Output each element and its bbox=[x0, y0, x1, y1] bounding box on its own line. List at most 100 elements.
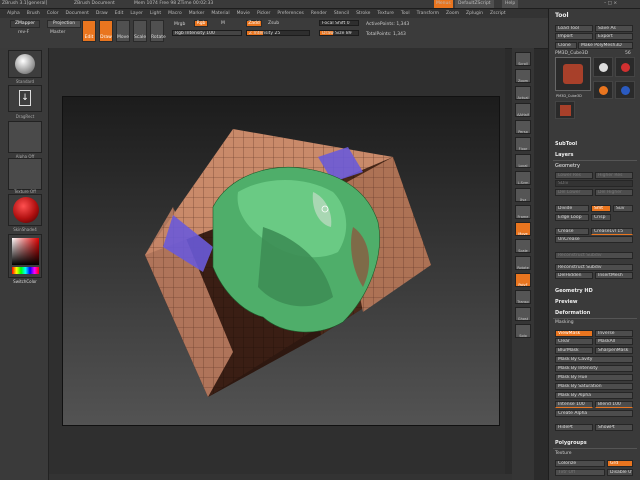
menu-brush[interactable]: Brush bbox=[27, 9, 40, 18]
del-higher-button[interactable]: Del Higher bbox=[595, 189, 633, 196]
mask-by-cavity-button[interactable]: Mask By Cavity bbox=[555, 356, 633, 363]
mrgb-button[interactable]: Mrgb bbox=[174, 22, 185, 27]
menu-alpha[interactable]: Alpha bbox=[7, 9, 20, 18]
view-xyz-button[interactable]: Xyz bbox=[515, 188, 531, 202]
menu-movie[interactable]: Movie bbox=[237, 9, 250, 18]
move-button[interactable]: Move bbox=[116, 20, 130, 42]
cube-model[interactable] bbox=[63, 97, 499, 425]
menu-layer[interactable]: Layer bbox=[130, 9, 143, 18]
hue-strip[interactable] bbox=[12, 267, 39, 274]
show-pt-button[interactable]: ShowPt bbox=[595, 424, 633, 431]
disable-uv-button[interactable]: Disable UV bbox=[607, 469, 633, 476]
color-picker[interactable] bbox=[8, 234, 42, 278]
inverse-button[interactable]: Inverse bbox=[595, 330, 633, 337]
reconstruct-subdiv-2-button[interactable]: Reconstruct Subdiv bbox=[555, 264, 633, 271]
draw-size-slider[interactable]: Draw Size 89 bbox=[319, 30, 359, 36]
projection-master-button[interactable]: Projection bbox=[47, 20, 81, 28]
del-hidden-button[interactable]: DelHidden bbox=[555, 272, 593, 279]
menu-zoom[interactable]: Zoom bbox=[446, 9, 459, 18]
zsub-button[interactable]: Zsub bbox=[268, 21, 279, 26]
crease-level-slider[interactable]: CreaseLvl 15 bbox=[591, 228, 633, 235]
menu-material[interactable]: Material bbox=[211, 9, 229, 18]
m-button[interactable]: M bbox=[221, 21, 225, 26]
create-alpha-button[interactable]: Create Alpha bbox=[555, 410, 633, 417]
tool-thumb-zsphere[interactable] bbox=[615, 57, 635, 77]
z-intensity-slider[interactable]: Z Intensity 25 bbox=[246, 30, 310, 36]
menu-zplugin[interactable]: Zplugin bbox=[466, 9, 483, 18]
view-aahalf-button[interactable]: AAHalf bbox=[515, 103, 531, 117]
default-zscript-button[interactable]: DefaultZScript bbox=[455, 0, 494, 8]
edit-button[interactable]: Edit bbox=[82, 20, 96, 42]
menu-macro[interactable]: Macro bbox=[168, 9, 182, 18]
export-button[interactable]: Export bbox=[595, 33, 633, 40]
menu-render[interactable]: Render bbox=[311, 9, 327, 18]
view-scroll-button[interactable]: Scroll bbox=[515, 52, 531, 66]
reconstruct-subdiv-button[interactable]: Reconstruct Subdiv bbox=[555, 252, 633, 259]
menu-light[interactable]: Light bbox=[150, 9, 161, 18]
view-frame-button[interactable]: Frame bbox=[515, 205, 531, 219]
menu-picker[interactable]: Picker bbox=[257, 9, 270, 18]
mask-blend-slider[interactable]: Blend 100 bbox=[595, 401, 633, 408]
subtool-section[interactable]: SubTool bbox=[555, 141, 577, 147]
view-solo-button[interactable]: Solo bbox=[515, 324, 531, 338]
texture-thumbnail[interactable] bbox=[8, 158, 42, 190]
switch-color-button[interactable]: SwitchColor bbox=[6, 279, 44, 284]
view-l-sym-button[interactable]: L.Sym bbox=[515, 171, 531, 185]
masking-section[interactable]: Masking bbox=[555, 320, 574, 325]
view-rotate-button[interactable]: Rotate bbox=[515, 256, 531, 270]
view-actual-button[interactable]: Actual bbox=[515, 86, 531, 100]
menu-stroke[interactable]: Stroke bbox=[356, 9, 370, 18]
alpha-thumbnail[interactable] bbox=[8, 121, 42, 153]
crease-button[interactable]: Crease bbox=[555, 228, 589, 235]
tool-thumb-cube2[interactable] bbox=[555, 101, 575, 119]
rgb-button[interactable]: Rgb bbox=[194, 20, 208, 27]
uncrease-button[interactable]: UnCrease bbox=[555, 236, 633, 243]
scale-button[interactable]: Scale bbox=[133, 20, 147, 42]
deformation-section[interactable]: Deformation bbox=[555, 310, 590, 316]
geometry-hd-section[interactable]: Geometry HD bbox=[555, 288, 593, 294]
zmapper-button[interactable]: ZMapper bbox=[10, 20, 40, 28]
view-ghost-button[interactable]: Ghost bbox=[515, 307, 531, 321]
view-zoom-button[interactable]: Zoom bbox=[515, 69, 531, 83]
preview-section[interactable]: Preview bbox=[555, 299, 578, 305]
txtr-off-button[interactable]: Txtr Off bbox=[555, 469, 605, 476]
texture-section[interactable]: Texture bbox=[555, 451, 571, 456]
divide-button[interactable]: Divide bbox=[555, 205, 589, 212]
menu-tool[interactable]: Tool bbox=[401, 9, 410, 18]
view-local-button[interactable]: Local bbox=[515, 154, 531, 168]
grd-toggle[interactable]: Grd bbox=[607, 460, 633, 467]
hide-pt-button[interactable]: HidePt bbox=[555, 424, 593, 431]
window-controls[interactable]: – □ × bbox=[604, 1, 617, 6]
import-button[interactable]: Import bbox=[555, 33, 593, 40]
rgb-intensity-slider[interactable]: Rgb Intensity 100 bbox=[172, 30, 242, 36]
colorize-button[interactable]: Colorize bbox=[555, 460, 605, 467]
tool-thumb-eraser[interactable] bbox=[615, 81, 635, 99]
clear-mask-button[interactable]: Clear bbox=[555, 338, 593, 345]
mask-all-button[interactable]: MaskAll bbox=[595, 338, 633, 345]
edge-loop-button[interactable]: Edge Loop bbox=[555, 214, 589, 221]
draw-button[interactable]: Draw bbox=[99, 20, 113, 42]
view-scale-button[interactable]: Scale bbox=[515, 239, 531, 253]
brush-thumbnail[interactable] bbox=[8, 50, 42, 78]
view-floor-button[interactable]: Floor bbox=[515, 137, 531, 151]
stroke-thumbnail[interactable]: ↓ bbox=[8, 85, 42, 112]
menu-marker[interactable]: Marker bbox=[189, 9, 205, 18]
make-polymesh-button[interactable]: Make PolyMesh3D bbox=[578, 42, 633, 49]
color-gradient-square[interactable] bbox=[12, 238, 39, 265]
menu-stencil[interactable]: Stencil bbox=[334, 9, 349, 18]
view-persp-button[interactable]: Persp bbox=[515, 120, 531, 134]
mask-by-intensity-button[interactable]: Mask By Intensity bbox=[555, 365, 633, 372]
menus-button[interactable]: Menus bbox=[434, 0, 453, 8]
menu-edit[interactable]: Edit bbox=[115, 9, 124, 18]
menu-document[interactable]: Document bbox=[66, 9, 89, 18]
view-mask-toggle[interactable]: ViewMask bbox=[555, 330, 593, 337]
mask-intensity-slider[interactable]: Intense 100 bbox=[555, 401, 593, 408]
material-thumbnail[interactable] bbox=[8, 194, 42, 226]
rotate-button[interactable]: Rotate bbox=[150, 20, 166, 42]
focal-shift-slider[interactable]: Focal Shift 0 bbox=[319, 20, 359, 26]
help-button[interactable]: Help bbox=[502, 0, 519, 8]
menu-zscript[interactable]: Zscript bbox=[490, 9, 506, 18]
sharpen-mask-button[interactable]: SharpenMask bbox=[595, 347, 633, 354]
lower-res-button[interactable]: Lower Res bbox=[555, 172, 593, 179]
load-tool-button[interactable]: Load Tool bbox=[555, 25, 593, 32]
